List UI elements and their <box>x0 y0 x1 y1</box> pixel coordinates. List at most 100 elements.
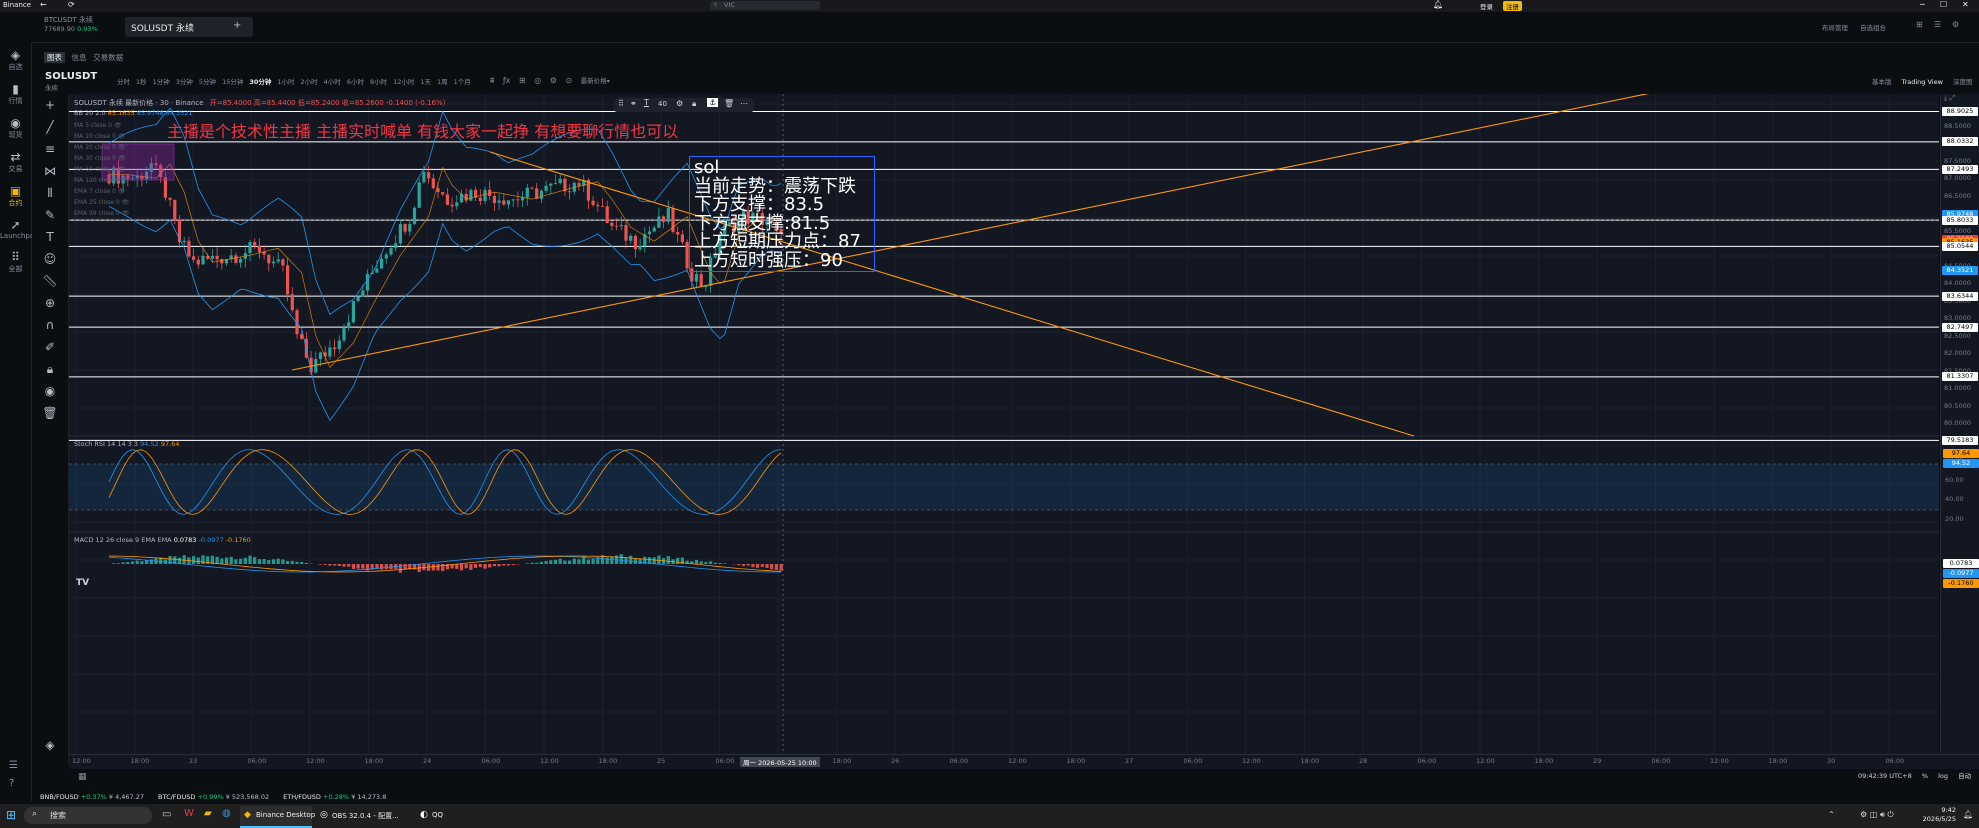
layout-grid-icon[interactable]: ⊞ <box>519 76 526 85</box>
interval-4[interactable]: 5分钟 <box>199 78 216 86</box>
text-color-icon[interactable]: T <box>644 98 649 107</box>
tray-icons[interactable]: ⚙ ◫ 🔊︎ ⏻ <box>1860 810 1894 820</box>
settings-icon[interactable]: ⚙ <box>550 76 557 85</box>
view-tradingview[interactable]: Trading View <box>1902 78 1943 86</box>
layers-icon[interactable]: ◈ <box>32 734 68 756</box>
expand-icon[interactable]: ⤢ <box>1949 94 1955 102</box>
ticker-item[interactable]: BTC/FDUSD +0.99% ¥ 523,568.02 <box>158 793 269 801</box>
price-type-select[interactable]: 最新价格 <box>581 77 607 85</box>
pattern-icon[interactable]: ⋈ <box>32 160 68 182</box>
nav-favorites[interactable]: ◈ 自选 <box>0 48 31 72</box>
menu-icon[interactable]: ☰ <box>9 760 18 771</box>
layout-manage-button[interactable]: 布局管理 <box>1822 22 1848 32</box>
register-button[interactable]: 注册 <box>1503 1 1522 11</box>
nav-spot[interactable]: ◉ 现货 <box>0 116 31 140</box>
taskbar-app-binance[interactable]: ◆ Binance Desktop <box>240 806 315 828</box>
analysis-textbox[interactable]: sol 当前走势：震荡下跌 下方支撑：83.5 下方强支撑:81.5 上方短期压力点：8… <box>689 156 875 272</box>
legend-ma-item[interactable]: EMA 99 close 0 👁︎ <box>74 208 129 219</box>
layout-icon[interactable]: ⊞ <box>1916 20 1923 29</box>
calendar-icon[interactable]: ▦ <box>78 772 87 782</box>
headline-annotation[interactable]: 主播是个技术性主播 主播实时喊单 有钱大家一起挣 有想要聊行情也可以 <box>167 118 678 142</box>
interval-5[interactable]: 15分钟 <box>222 78 243 86</box>
nav-trade[interactable]: ⇄ 交易 <box>0 150 31 174</box>
legend-ma-item[interactable]: EMA 25 close 0 👁︎ <box>74 197 129 208</box>
nav-launchpad[interactable]: ➚ Launchpad <box>0 218 39 240</box>
taskbar-clock[interactable]: 9:42 2026/5/25 <box>1916 806 1956 824</box>
maximize-button[interactable]: ☐ <box>1940 0 1947 9</box>
settings-icon[interactable]: ⚙ <box>1952 20 1959 29</box>
lock-icon[interactable]: 🔒︎ <box>692 99 696 109</box>
task-view-icon[interactable]: ▭ <box>162 809 171 820</box>
trash-icon[interactable]: 🗑︎ <box>32 402 68 424</box>
interval-14[interactable]: 1周 <box>437 78 448 86</box>
download-icon[interactable]: ⤓ <box>1944 94 1947 102</box>
interval-9[interactable]: 4小时 <box>324 78 341 86</box>
legend-ma-item[interactable]: MA 30 close 0 👁︎ <box>74 153 129 164</box>
taskbar-app-qq[interactable]: ◐ QQ <box>416 806 456 826</box>
refresh-icon[interactable]: ⟳ <box>68 0 75 9</box>
interval-1[interactable]: 1秒 <box>136 78 147 86</box>
time-axis[interactable]: 12:00 18:00 23 06:00 12:00 18:00 24 06:00 12:00 1… <box>69 754 1979 769</box>
log-toggle[interactable]: log <box>1938 772 1948 780</box>
legend-ma-item[interactable]: MA 10 close 0 👁︎ <box>74 131 129 142</box>
text-icon[interactable]: T <box>32 226 68 248</box>
legend-ma-item[interactable]: MA 20 close 0 👁︎ <box>74 142 129 153</box>
minimize-button[interactable]: ─ <box>1920 0 1925 9</box>
nav-markets[interactable]: ▮ 行情 <box>0 82 31 106</box>
address-bar[interactable]: ⌕ VIC <box>710 1 820 10</box>
notification-icon[interactable]: 🔔︎ <box>1963 810 1973 819</box>
watchlist-group-button[interactable]: 自选组合 <box>1860 22 1886 32</box>
bell-icon[interactable]: 🔔︎ <box>1433 0 1443 9</box>
interval-7[interactable]: 1小时 <box>277 78 294 86</box>
nav-futures[interactable]: ▣ 合约 <box>0 184 31 208</box>
legend-ma-item[interactable]: MA 60 close 0 👁︎ <box>74 164 129 175</box>
nav-all[interactable]: ⠿ 全部 <box>0 250 31 274</box>
interval-11[interactable]: 8小时 <box>370 78 387 86</box>
trendline-icon[interactable]: ╱ <box>32 116 68 138</box>
drag-icon[interactable]: ⠿ <box>618 99 624 108</box>
interval-6[interactable]: 30分钟 <box>249 78 271 86</box>
login-button[interactable]: 登录 <box>1480 1 1493 11</box>
edge-icon[interactable]: ◍ <box>222 808 231 819</box>
anchor-icon[interactable]: ⚓︎ <box>707 98 719 107</box>
emoji-icon[interactable]: ☺ <box>32 248 68 270</box>
subtab-data[interactable]: 交易数据 <box>93 53 123 62</box>
view-depth[interactable]: 深度图 <box>1953 78 1973 86</box>
alarm-icon[interactable]: ⊙ <box>565 76 572 85</box>
link-icon[interactable]: ⚭ <box>630 99 637 108</box>
back-icon[interactable]: ← <box>40 0 47 9</box>
chart-canvas[interactable]: SOLUSDT 永续 最新价格 · 30 · Binance 开=85.4000… <box>69 94 1939 754</box>
taskbar-search[interactable]: ⌕ 搜索 <box>24 807 152 824</box>
fib-icon[interactable]: ⫴ <box>32 182 68 204</box>
ruler-icon[interactable]: 📏︎ <box>32 270 68 292</box>
pencil-lock-icon[interactable]: ✐ <box>32 336 68 358</box>
wps-icon[interactable]: W <box>184 808 194 819</box>
help-icon[interactable]: ? <box>9 778 14 789</box>
interval-10[interactable]: 6小时 <box>347 78 364 86</box>
view-basic[interactable]: 基本版 <box>1872 78 1892 86</box>
crosshair-icon[interactable]: + <box>32 94 68 116</box>
percent-toggle[interactable]: % <box>1922 772 1928 780</box>
font-size-value[interactable]: 40 <box>658 100 667 108</box>
close-button[interactable]: ✕ <box>1962 0 1969 9</box>
candle-type-icon[interactable]: ⩩ <box>490 76 494 85</box>
price-axis[interactable]: 88.500088.000087.500087.000086.500086.00… <box>1940 94 1979 754</box>
settings-icon[interactable]: ⚙ <box>676 99 683 108</box>
ticker-item[interactable]: ETH/FDUSD +0.28% ¥ 14,273.8 <box>283 793 386 801</box>
subtab-chart[interactable]: 图表 <box>44 52 65 63</box>
interval-0[interactable]: 分时 <box>117 78 130 86</box>
zoom-icon[interactable]: ⊕ <box>32 292 68 314</box>
indicator-icon[interactable]: ƒx <box>503 76 511 85</box>
subtab-info[interactable]: 信息 <box>72 53 87 62</box>
lock-icon[interactable]: 🔒︎ <box>32 358 68 380</box>
taskbar-app-obs[interactable]: ◎ OBS 32.0.4 - 配置... <box>316 806 412 826</box>
list-icon[interactable]: ☰ <box>1934 20 1941 29</box>
camera-icon[interactable]: ◎ <box>534 76 541 85</box>
brush-icon[interactable]: ✎ <box>32 204 68 226</box>
windows-start-icon[interactable]: ⊞ <box>6 808 16 822</box>
symbol-header[interactable]: SOLUSDT 永续 <box>45 71 97 92</box>
ticker-item[interactable]: BNB/FDUSD +0.37% ¥ 4,467.27 <box>40 793 144 801</box>
legend-ma-item[interactable]: MA 5 close 0 👁︎ <box>74 120 129 131</box>
interval-12[interactable]: 12小时 <box>393 78 414 86</box>
more-icon[interactable]: ⋯ <box>740 99 748 108</box>
